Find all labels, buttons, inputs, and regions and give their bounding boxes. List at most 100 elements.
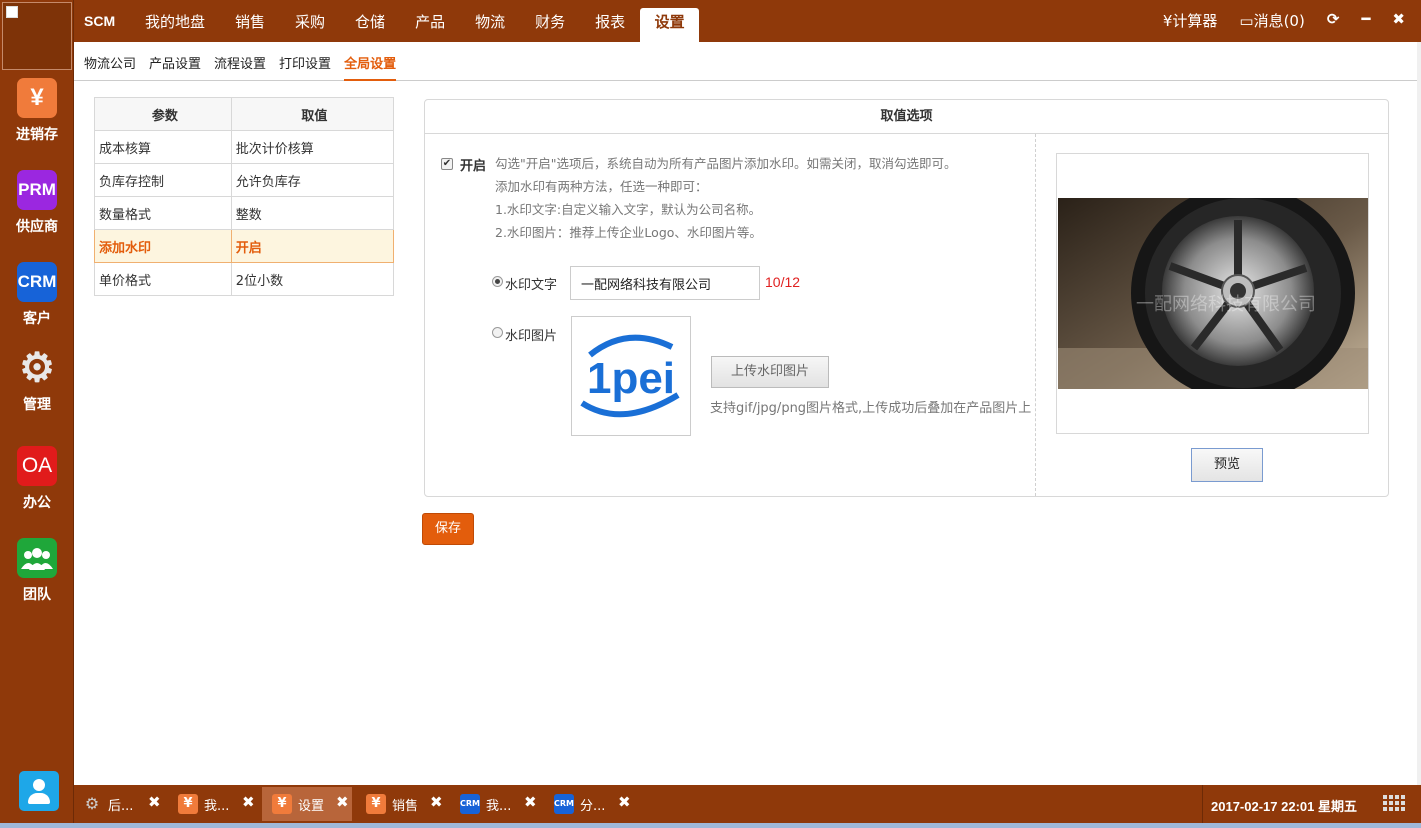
image-watermark-label: 水印图片 bbox=[505, 329, 558, 344]
subnav-process-settings[interactable]: 流程设置 bbox=[214, 53, 266, 81]
char-counter: 10/12 bbox=[765, 274, 801, 290]
task-tab-crm-my[interactable]: CRM 我... bbox=[460, 787, 511, 821]
param-value: 2位小数 bbox=[230, 262, 395, 296]
crm-icon: CRM bbox=[460, 794, 480, 814]
desc-line: 2.水印图片：推荐上传企业Logo、水印图片等。 bbox=[495, 225, 762, 240]
nav-my-space[interactable]: 我的地盘 bbox=[130, 8, 220, 42]
task-tab-label: 销售 bbox=[392, 798, 419, 814]
upload-watermark-button[interactable]: 上传水印图片 bbox=[711, 356, 829, 388]
scrollbar[interactable] bbox=[1417, 42, 1421, 785]
task-tab-sales[interactable]: ¥ 销售 bbox=[366, 787, 418, 821]
1pei-logo: 1pei bbox=[580, 334, 680, 418]
watermark-text-input[interactable] bbox=[570, 266, 760, 300]
refresh-icon[interactable]: ⟳ bbox=[1327, 10, 1340, 31]
sidebar-item-label: 团队 bbox=[23, 587, 51, 603]
datetime: 2017-02-17 22:01 星期五 bbox=[1211, 799, 1357, 814]
sidebar-item-label: 管理 bbox=[23, 397, 51, 413]
table-row-selected[interactable]: 添加水印 开启 bbox=[94, 229, 395, 263]
sidebar-item-team[interactable]: 团队 bbox=[0, 538, 74, 604]
task-tab-backend[interactable]: ⚙ 后... bbox=[82, 787, 134, 821]
table-row[interactable]: 数量格式 整数 bbox=[94, 196, 395, 230]
user-profile-button[interactable] bbox=[19, 771, 59, 811]
window-bottom-edge bbox=[0, 823, 1421, 828]
sidebar-item-label: 办公 bbox=[23, 495, 51, 511]
enable-watermark-checkbox[interactable]: ✔ bbox=[441, 158, 453, 170]
sidebar-item-customer[interactable]: CRM 客户 bbox=[0, 262, 74, 328]
subnav-global-settings[interactable]: 全局设置 bbox=[344, 53, 397, 81]
top-right-tools: ¥计算器 ▭消息(0) ⟳ ━ ✖ bbox=[1141, 10, 1405, 31]
subnav-print-settings[interactable]: 打印设置 bbox=[279, 53, 331, 81]
subnav-product-settings[interactable]: 产品设置 bbox=[149, 53, 201, 81]
param-value: 整数 bbox=[230, 196, 395, 230]
calculator-button[interactable]: ¥计算器 bbox=[1163, 10, 1218, 31]
desc-line: 勾选"开启"选项后，系统自动为所有产品图片添加水印。如需关闭，取消勾选即可。 bbox=[495, 156, 957, 171]
yen-icon: ¥ bbox=[272, 794, 292, 814]
task-tab-label: 我... bbox=[486, 798, 512, 814]
grid-menu-icon[interactable] bbox=[1383, 795, 1405, 811]
watermark-image-preview: 1pei bbox=[571, 316, 691, 436]
user-icon-body bbox=[28, 793, 50, 804]
main-nav: 我的地盘 销售 采购 仓储 产品 物流 财务 报表 设置 bbox=[130, 8, 700, 42]
param-value: 开启 bbox=[230, 229, 395, 263]
nav-sales[interactable]: 销售 bbox=[220, 8, 280, 42]
task-tab-label: 分... bbox=[580, 798, 606, 814]
image-watermark-radio[interactable] bbox=[492, 327, 503, 338]
sub-nav: 物流公司 产品设置 流程设置 打印设置 全局设置 bbox=[74, 42, 1417, 81]
text-watermark-radio[interactable] bbox=[492, 276, 503, 287]
table-header-row: 参数 取值 bbox=[94, 97, 395, 131]
nav-reports[interactable]: 报表 bbox=[580, 8, 640, 42]
param-name: 成本核算 bbox=[94, 130, 232, 164]
table-row[interactable]: 负库存控制 允许负库存 bbox=[94, 163, 395, 197]
chat-icon: ▭ bbox=[1239, 12, 1254, 30]
close-icon[interactable]: ✖ bbox=[1392, 10, 1405, 31]
sidebar-item-label: 客户 bbox=[23, 311, 51, 327]
sidebar-item-supplier[interactable]: PRM 供应商 bbox=[0, 170, 74, 236]
logo-text: 1pei bbox=[587, 354, 675, 403]
nav-settings[interactable]: 设置 bbox=[640, 8, 700, 42]
yen-icon: ¥ bbox=[366, 794, 386, 814]
desc-line: 1.水印文字:自定义输入文字，默认为公司名称。 bbox=[495, 202, 762, 217]
nav-product[interactable]: 产品 bbox=[400, 8, 460, 42]
preview-button[interactable]: 预览 bbox=[1191, 448, 1263, 482]
nav-warehouse[interactable]: 仓储 bbox=[340, 8, 400, 42]
close-icon[interactable]: ✖ bbox=[336, 793, 349, 811]
sidebar-item-manage[interactable]: ⚙ 管理 bbox=[0, 348, 74, 414]
nav-finance[interactable]: 财务 bbox=[520, 8, 580, 42]
task-tab-crm-split[interactable]: CRM 分... bbox=[554, 787, 605, 821]
upload-hint: 支持gif/jpg/png图片格式,上传成功后叠加在产品图片上 bbox=[710, 401, 1032, 416]
messages-button[interactable]: ▭消息(0) bbox=[1239, 10, 1304, 31]
nav-purchase[interactable]: 采购 bbox=[280, 8, 340, 42]
close-icon[interactable]: ✖ bbox=[618, 793, 631, 811]
text-watermark-label: 水印文字 bbox=[505, 278, 558, 293]
yen-icon: ¥ bbox=[178, 794, 198, 814]
broken-image-icon bbox=[6, 6, 18, 18]
sidebar-item-label: 供应商 bbox=[16, 219, 58, 235]
prm-icon: PRM bbox=[17, 170, 57, 210]
save-button[interactable]: 保存 bbox=[422, 513, 474, 545]
bottom-taskbar: ⚙ 后... ✖ ¥ 我... ✖ ¥ 设置 ✖ ¥ 销售 ✖ CRM 我...… bbox=[74, 785, 1421, 823]
brand-label: SCM bbox=[84, 13, 116, 29]
sidebar-item-inventory[interactable]: ¥ 进销存 bbox=[0, 78, 74, 144]
column-header-param: 参数 bbox=[94, 97, 232, 131]
table-row[interactable]: 单价格式 2位小数 bbox=[94, 262, 395, 296]
close-icon[interactable]: ✖ bbox=[242, 793, 255, 811]
close-icon[interactable]: ✖ bbox=[524, 793, 537, 811]
divider bbox=[1035, 134, 1036, 496]
subnav-logistics-company[interactable]: 物流公司 bbox=[84, 53, 136, 81]
oa-icon: OA bbox=[17, 446, 57, 486]
task-tab-label: 后... bbox=[108, 798, 134, 814]
nav-logistics[interactable]: 物流 bbox=[460, 8, 520, 42]
logo bbox=[2, 2, 72, 70]
options-panel: 取值选项 ✔ 开启 勾选"开启"选项后，系统自动为所有产品图片添加水印。如需关闭… bbox=[424, 99, 1389, 497]
task-tab-my[interactable]: ¥ 我... bbox=[178, 787, 229, 821]
table-row[interactable]: 成本核算 批次计价核算 bbox=[94, 130, 395, 164]
minimize-icon[interactable]: ━ bbox=[1361, 10, 1370, 31]
close-icon[interactable]: ✖ bbox=[430, 793, 443, 811]
close-icon[interactable]: ✖ bbox=[148, 793, 161, 811]
sidebar-item-office[interactable]: OA 办公 bbox=[0, 446, 74, 512]
gear-icon: ⚙ bbox=[19, 346, 55, 390]
task-tab-label: 我... bbox=[204, 798, 230, 814]
crm-icon: CRM bbox=[17, 262, 57, 302]
tire-preview-image: 一配网络科技有限公司 bbox=[1058, 198, 1368, 389]
param-name: 添加水印 bbox=[94, 229, 232, 263]
